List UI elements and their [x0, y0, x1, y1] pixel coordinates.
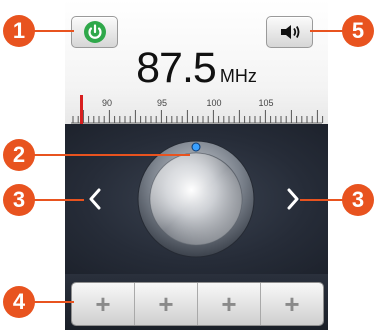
callout-badge-1: 1	[3, 15, 35, 47]
frequency-value: 87.5	[136, 44, 217, 92]
preset-list: + + + +	[71, 282, 324, 326]
preset-bar: + + + +	[65, 274, 328, 330]
frequency-panel: 87.5 MHz 90 95 100 105	[65, 0, 328, 124]
preset-add-button-1[interactable]: +	[72, 283, 135, 325]
fm-radio-app: 87.5 MHz 90 95 100 105 + + + +	[65, 0, 328, 330]
callout-badge-2: 2	[3, 139, 35, 171]
callout-line-4	[34, 301, 74, 303]
frequency-display: 87.5 MHz	[65, 44, 328, 93]
callout-badge-3-left: 3	[3, 184, 35, 216]
scale-label-95: 95	[157, 98, 167, 108]
frequency-unit: MHz	[219, 66, 257, 86]
frequency-scale[interactable]: 90 95 100 105	[65, 92, 328, 124]
scale-needle	[80, 95, 83, 124]
callout-badge-3-right: 3	[342, 184, 374, 216]
callout-line-3-right	[300, 199, 348, 201]
preset-add-button-3[interactable]: +	[198, 283, 261, 325]
callout-line-1	[34, 30, 74, 32]
power-icon	[83, 21, 106, 43]
preset-add-button-4[interactable]: +	[261, 283, 323, 325]
callout-badge-5: 5	[342, 15, 374, 47]
scale-label-100: 100	[206, 98, 221, 108]
chevron-right-icon	[287, 188, 299, 210]
scale-label-105: 105	[258, 98, 273, 108]
callout-line-2	[34, 154, 190, 156]
callout-line-3-left	[34, 199, 84, 201]
preset-add-button-2[interactable]: +	[135, 283, 198, 325]
callout-badge-4: 4	[3, 286, 35, 318]
tuning-area	[65, 124, 328, 274]
speaker-icon	[280, 25, 299, 39]
chevron-left-icon	[89, 188, 101, 210]
knob-indicator	[191, 142, 201, 152]
tuning-knob[interactable]	[136, 139, 256, 259]
scale-label-90: 90	[102, 98, 112, 108]
scale-ticks	[72, 110, 324, 123]
prev-station-button[interactable]	[83, 182, 107, 216]
